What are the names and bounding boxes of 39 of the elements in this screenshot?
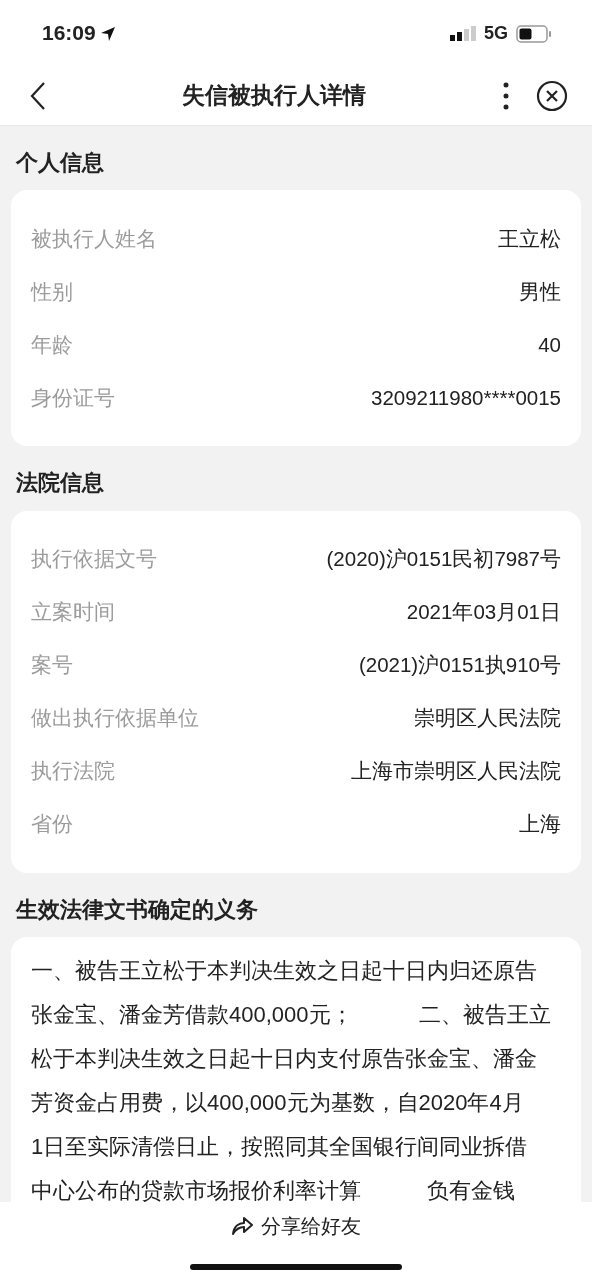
obligation-text-line: 芳资金占用费，以400,000元为基数，自2020年4月	[31, 1089, 525, 1118]
share-icon	[231, 1216, 253, 1236]
section-title: 个人信息	[14, 149, 105, 177]
field-value: (2020)沪0151民初7987号	[326, 545, 561, 572]
location-arrow-icon	[99, 25, 116, 42]
section-title: 法院信息	[15, 469, 105, 498]
obligation-text-line: 张金宝、潘金芳借款400,000元； 二、被告王立	[31, 1001, 552, 1030]
field-label: 执行法院	[31, 757, 115, 784]
field-value: 2021年03月01日	[406, 598, 561, 625]
field-value: 崇明区人民法院	[414, 704, 561, 731]
network-label: 5G	[484, 21, 508, 45]
field-label: 案号	[31, 651, 73, 678]
obligation-text-line: 松于本判决生效之日起十日内支付原告张金宝、潘金	[31, 1045, 538, 1074]
field-value: (2021)沪0151执910号	[358, 651, 561, 678]
close-button[interactable]	[536, 79, 568, 112]
back-button[interactable]	[28, 80, 48, 111]
section-title: 生效法律文书确定的义务	[14, 895, 259, 924]
field-label: 年龄	[31, 331, 73, 358]
share-button[interactable]: 分享给好友	[225, 1210, 367, 1242]
field-value: 40	[538, 331, 561, 358]
field-label: 执行依据文号	[31, 545, 157, 572]
field-value: 上海市崇明区人民法院	[351, 757, 561, 784]
field-label: 身份证号	[31, 384, 115, 411]
obligation-text-line: 中心公布的贷款市场报价利率计算 负有金钱	[31, 1177, 516, 1206]
signal-icon	[450, 25, 476, 42]
field-label: 做出执行依据单位	[31, 704, 199, 731]
page-title: 失信被执行人详情	[182, 81, 366, 111]
field-value: 3209211980****0015	[371, 384, 561, 411]
field-value: 男性	[519, 278, 561, 305]
field-label: 被执行人姓名	[31, 225, 157, 252]
status-time: 16:09	[42, 20, 96, 47]
battery-icon	[516, 24, 552, 43]
field-label: 性别	[31, 278, 73, 305]
field-label: 立案时间	[31, 598, 115, 625]
obligation-text-line: 一、被告王立松于本判决生效之日起十日内归还原告	[31, 957, 538, 986]
field-value: 上海	[519, 810, 561, 837]
field-value: 王立松	[498, 225, 561, 252]
field-label: 省份	[31, 810, 73, 837]
obligation-text-line: 1日至实际清偿日止，按照同其全国银行间同业拆借	[31, 1133, 529, 1162]
